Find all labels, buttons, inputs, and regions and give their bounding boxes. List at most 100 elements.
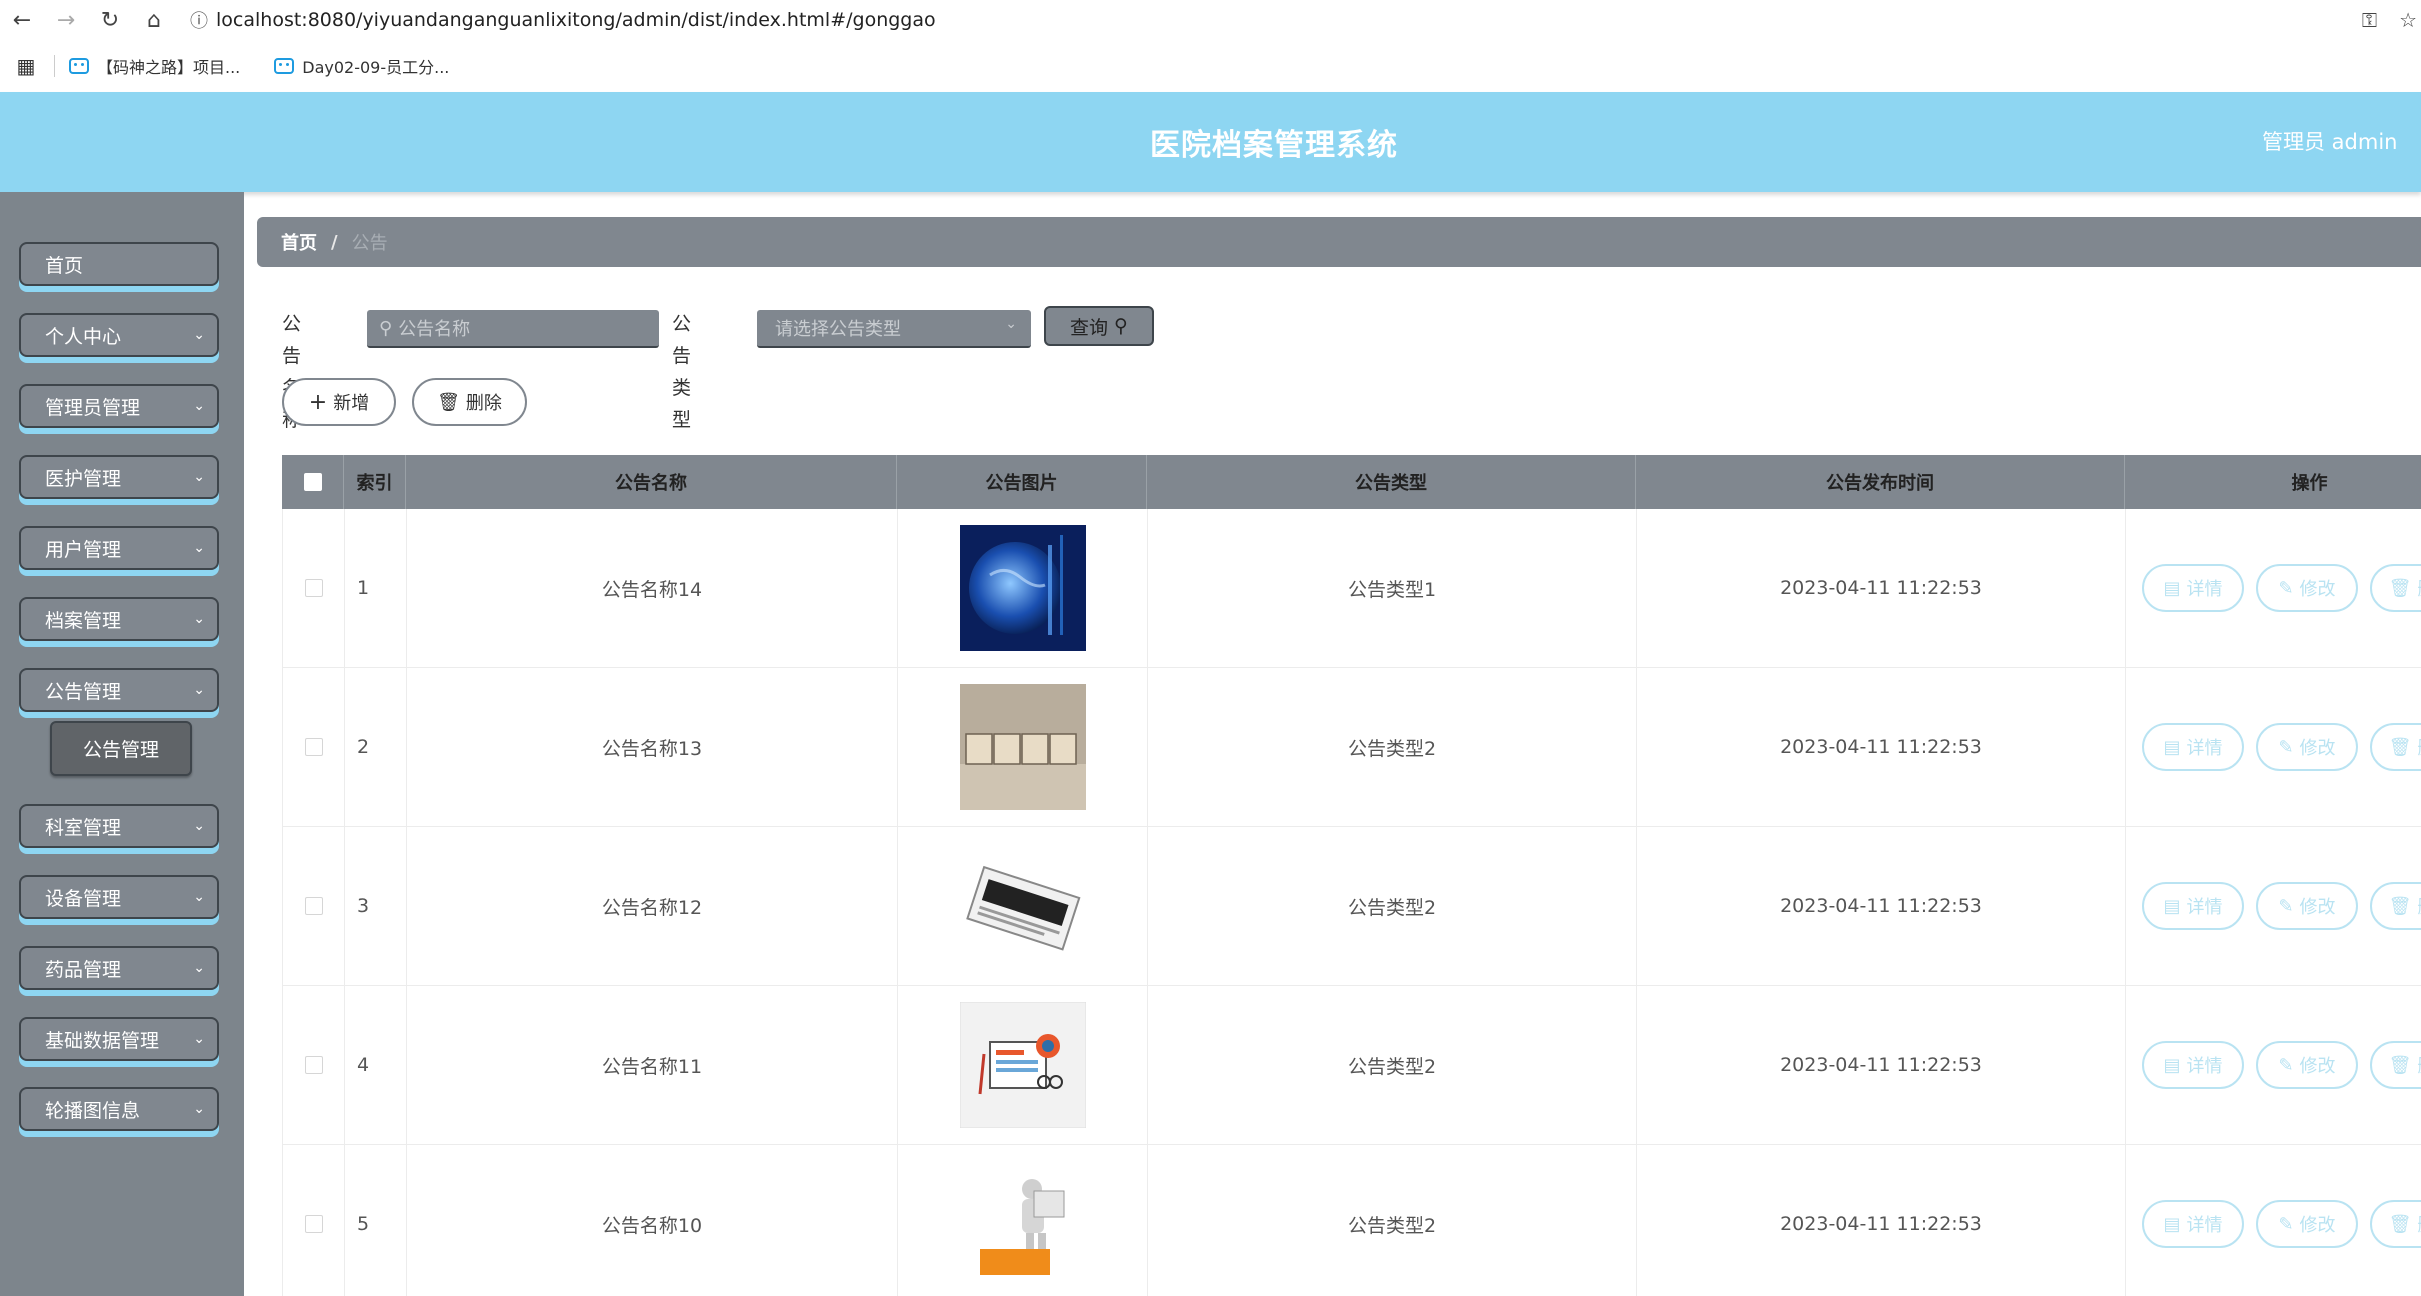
notice-table: 索引 公告名称 公告图片 公告类型 公告发布时间 操作 1 公告名称14 公告类… bbox=[282, 455, 2421, 1296]
breadcrumb-home[interactable]: 首页 bbox=[281, 229, 317, 255]
back-icon[interactable]: ← bbox=[0, 0, 44, 40]
notice-name-input[interactable]: ⚲ 公告名称 bbox=[367, 310, 659, 348]
row-time: 2023-04-11 11:22:53 bbox=[1637, 827, 2126, 985]
bilibili-icon bbox=[274, 58, 295, 74]
chevron-down-icon: ⌄ bbox=[193, 611, 205, 627]
edit-button[interactable]: ✎ 修改 bbox=[2256, 564, 2358, 612]
row-delete-label: 删除 bbox=[2417, 893, 2421, 919]
breadcrumb-separator: / bbox=[331, 231, 338, 253]
row-time: 2023-04-11 11:22:53 bbox=[1637, 668, 2126, 826]
row-name: 公告名称14 bbox=[407, 509, 898, 667]
document-icon: ▤ bbox=[2163, 1054, 2181, 1076]
edit-button[interactable]: ✎ 修改 bbox=[2256, 882, 2358, 930]
news-figure-image[interactable] bbox=[959, 1161, 1086, 1287]
row-delete-button[interactable]: 🗑删除 bbox=[2370, 723, 2421, 771]
apps-grid-icon[interactable]: ▦ bbox=[0, 54, 52, 78]
query-button[interactable]: 查询 ⚲ bbox=[1044, 306, 1154, 346]
user-label[interactable]: 管理员 admin bbox=[2262, 126, 2397, 156]
row-name: 公告名称11 bbox=[407, 986, 898, 1144]
sidebar-item-archives[interactable]: 档案管理 ⌄ bbox=[19, 597, 219, 641]
add-button-label: 新增 bbox=[333, 393, 370, 414]
row-name: 公告名称12 bbox=[407, 827, 898, 985]
sidebar-item-carousel[interactable]: 轮播图信息 ⌄ bbox=[19, 1087, 219, 1131]
sidebar-item-notices[interactable]: 公告管理 ⌄ bbox=[19, 668, 219, 712]
row-delete-button[interactable]: 🗑删除 bbox=[2370, 1200, 2421, 1248]
news-illustration-image[interactable] bbox=[959, 1002, 1086, 1128]
detail-button[interactable]: ▤ 详情 bbox=[2142, 882, 2244, 930]
edit-button[interactable]: ✎ 修改 bbox=[2256, 1200, 2358, 1248]
trash-icon: 🗑 bbox=[2388, 736, 2412, 758]
sidebar-item-label: 首页 bbox=[45, 254, 84, 277]
document-icon: ▤ bbox=[2163, 736, 2181, 758]
sidebar-item-departments[interactable]: 科室管理 ⌄ bbox=[19, 804, 219, 848]
trash-icon: 🗑 bbox=[2388, 577, 2412, 599]
sidebar-item-medical-staff[interactable]: 医护管理 ⌄ bbox=[19, 455, 219, 499]
forward-icon[interactable]: → bbox=[44, 0, 88, 40]
star-icon[interactable]: ☆ bbox=[2399, 8, 2417, 32]
notice-name-placeholder: 公告名称 bbox=[398, 319, 471, 340]
delete-button[interactable]: 🗑 删除 bbox=[412, 378, 527, 426]
sidebar-item-home[interactable]: 首页 bbox=[19, 242, 219, 286]
header-type: 公告类型 bbox=[1147, 455, 1636, 509]
address-bar[interactable]: ⓘ localhost:8080/yiyuandanganguanlixiton… bbox=[182, 3, 936, 37]
reload-icon[interactable]: ↻ bbox=[88, 0, 132, 40]
row-delete-label: 删除 bbox=[2417, 734, 2421, 760]
header-image: 公告图片 bbox=[897, 455, 1147, 509]
home-icon[interactable]: ⌂ bbox=[132, 0, 176, 40]
row-delete-button[interactable]: 🗑删除 bbox=[2370, 564, 2421, 612]
bookmarks-bar: ▦ 【码神之路】项目... Day02-09-员工分... bbox=[0, 40, 2421, 92]
sidebar-item-personal[interactable]: 个人中心 ⌄ bbox=[19, 313, 219, 357]
row-index: 5 bbox=[345, 1145, 407, 1296]
sidebar-item-label: 公告管理 bbox=[45, 680, 122, 703]
sidebar-item-label: 科室管理 bbox=[45, 816, 122, 839]
sidebar-item-label: 档案管理 bbox=[45, 609, 122, 632]
detail-button[interactable]: ▤ 详情 bbox=[2142, 1041, 2244, 1089]
trash-icon: 🗑 bbox=[2388, 895, 2412, 917]
row-delete-button[interactable]: 🗑删除 bbox=[2370, 882, 2421, 930]
row-checkbox[interactable] bbox=[304, 738, 323, 756]
notice-type-select[interactable]: 请选择公告类型 ⌄ bbox=[757, 310, 1031, 348]
sidebar-item-drugs[interactable]: 药品管理 ⌄ bbox=[19, 946, 219, 990]
row-type: 公告类型2 bbox=[1148, 827, 1637, 985]
bookmark-item[interactable]: 【码神之路】项目... bbox=[69, 54, 240, 78]
row-actions-cell: ▤详情 ✎修改 🗑删除 bbox=[2126, 668, 2421, 826]
edit-button-label: 修改 bbox=[2299, 897, 2336, 918]
row-delete-button[interactable]: 🗑删除 bbox=[2370, 1041, 2421, 1089]
submenu-item-notice-management[interactable]: 公告管理 bbox=[50, 721, 192, 776]
newspaper-image[interactable] bbox=[959, 843, 1086, 969]
edit-icon: ✎ bbox=[2278, 1213, 2294, 1235]
row-image-cell bbox=[898, 986, 1148, 1144]
document-icon: ▤ bbox=[2163, 895, 2181, 917]
bookmark-label: 【码神之路】项目... bbox=[97, 58, 241, 77]
detail-button-label: 详情 bbox=[2186, 579, 2223, 600]
app-title: 医院档案管理系统 bbox=[1150, 128, 1398, 163]
row-checkbox[interactable] bbox=[304, 1056, 323, 1074]
notice-type-label: 公告类型 bbox=[672, 313, 692, 431]
row-checkbox[interactable] bbox=[304, 579, 323, 597]
row-checkbox[interactable] bbox=[304, 897, 323, 915]
edit-button[interactable]: ✎ 修改 bbox=[2256, 723, 2358, 771]
row-checkbox[interactable] bbox=[304, 1215, 323, 1233]
sidebar-item-users[interactable]: 用户管理 ⌄ bbox=[19, 526, 219, 570]
select-all-checkbox[interactable] bbox=[303, 473, 322, 491]
sidebar-item-equipment[interactable]: 设备管理 ⌄ bbox=[19, 875, 219, 919]
row-type: 公告类型2 bbox=[1148, 668, 1637, 826]
sidebar-item-label: 轮播图信息 bbox=[45, 1099, 141, 1122]
document-icon: ▤ bbox=[2163, 1213, 2181, 1235]
bookmark-item[interactable]: Day02-09-员工分... bbox=[274, 54, 449, 78]
site-info-icon[interactable]: ⓘ bbox=[182, 7, 216, 33]
key-icon[interactable]: ⚿ bbox=[2362, 8, 2377, 32]
row-select-cell bbox=[283, 668, 345, 826]
bookmark-label: Day02-09-员工分... bbox=[302, 58, 450, 77]
detail-button[interactable]: ▤ 详情 bbox=[2142, 564, 2244, 612]
header-actions: 操作 bbox=[2125, 455, 2421, 509]
add-button[interactable]: + 新增 bbox=[282, 378, 396, 426]
edit-button[interactable]: ✎ 修改 bbox=[2256, 1041, 2358, 1089]
sidebar-item-admins[interactable]: 管理员管理 ⌄ bbox=[19, 384, 219, 428]
news-blocks-image[interactable] bbox=[959, 684, 1086, 810]
detail-button[interactable]: ▤ 详情 bbox=[2142, 723, 2244, 771]
globe-image[interactable] bbox=[959, 525, 1086, 651]
sidebar-item-base-data[interactable]: 基础数据管理 ⌄ bbox=[19, 1017, 219, 1061]
detail-button[interactable]: ▤ 详情 bbox=[2142, 1200, 2244, 1248]
chevron-down-icon: ⌄ bbox=[193, 327, 205, 343]
